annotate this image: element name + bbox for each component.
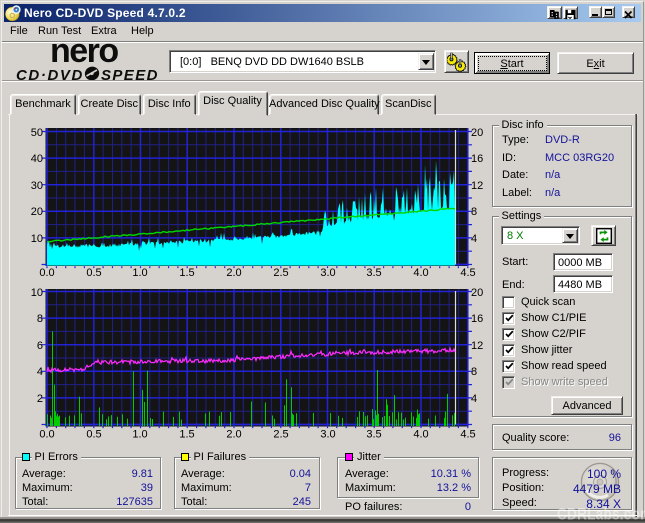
svg-text:6: 6 [37,340,43,352]
svg-text:20: 20 [471,287,483,299]
svg-text:20: 20 [471,127,483,139]
svg-text:0.0: 0.0 [39,429,54,441]
svg-text:0.5: 0.5 [86,429,101,441]
svg-text:50: 50 [31,127,43,139]
svg-text:0.5: 0.5 [86,267,101,279]
svg-text:4.0: 4.0 [413,267,428,279]
svg-text:16: 16 [471,313,483,325]
svg-text:4.5: 4.5 [460,267,475,279]
svg-text:8: 8 [471,366,477,378]
svg-text:16: 16 [471,153,483,165]
svg-text:2.5: 2.5 [273,267,288,279]
svg-text:3.5: 3.5 [366,429,381,441]
svg-text:2.0: 2.0 [226,267,241,279]
svg-text:4.0: 4.0 [413,429,428,441]
svg-text:0.0: 0.0 [39,267,54,279]
svg-text:10: 10 [31,233,43,245]
svg-text:4: 4 [471,393,477,405]
svg-text:3.5: 3.5 [366,267,381,279]
svg-text:8: 8 [37,313,43,325]
svg-text:40: 40 [31,153,43,165]
svg-text:4.5: 4.5 [460,429,475,441]
svg-text:3.0: 3.0 [320,267,335,279]
svg-text:12: 12 [471,340,483,352]
svg-text:4: 4 [37,366,43,378]
svg-text:8: 8 [471,206,477,218]
svg-text:2.0: 2.0 [226,429,241,441]
svg-text:4: 4 [471,233,477,245]
svg-text:2.5: 2.5 [273,429,288,441]
svg-text:2: 2 [37,393,43,405]
svg-text:3.0: 3.0 [320,429,335,441]
svg-text:20: 20 [31,206,43,218]
svg-text:30: 30 [31,180,43,192]
svg-text:1.5: 1.5 [179,267,194,279]
svg-text:1.0: 1.0 [132,429,147,441]
svg-text:1.5: 1.5 [179,429,194,441]
svg-text:12: 12 [471,180,483,192]
svg-text:1.0: 1.0 [132,267,147,279]
svg-text:10: 10 [31,287,43,299]
